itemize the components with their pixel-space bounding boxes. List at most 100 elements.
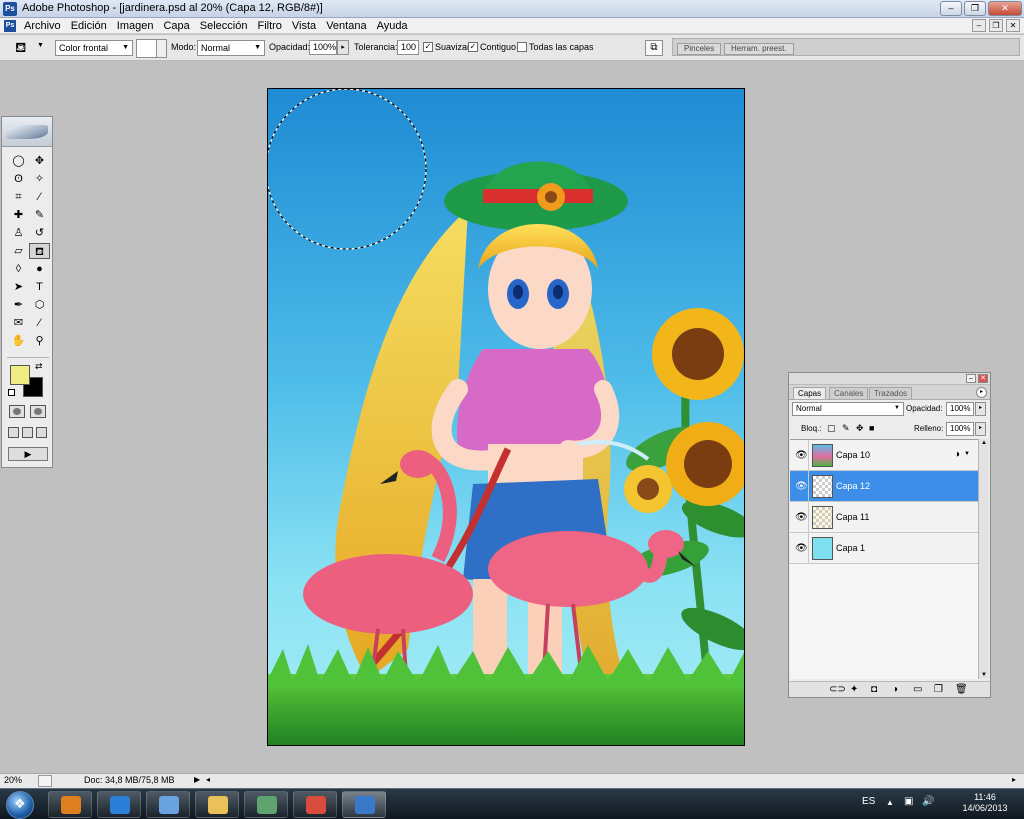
visibility-eye-icon[interactable]: 👁 — [795, 481, 808, 492]
clone-stamp-icon[interactable]: ♙ — [8, 225, 29, 241]
default-colors-icon[interactable] — [8, 389, 15, 396]
taskbar-button[interactable] — [293, 791, 337, 818]
dodge-icon[interactable]: ● — [29, 261, 50, 277]
menu-filtro[interactable]: Filtro — [257, 19, 281, 33]
paint-bucket-icon[interactable]: ⛾ — [15, 39, 26, 58]
notes-icon[interactable]: ✉ — [8, 315, 29, 331]
taskbar-button[interactable] — [244, 791, 288, 818]
panel-close-button[interactable]: ✕ — [978, 374, 988, 383]
visibility-eye-icon[interactable]: 👁 — [795, 512, 808, 523]
close-button[interactable]: ✕ — [988, 1, 1022, 16]
fx-icon[interactable]: ✦ — [850, 684, 858, 695]
screen-mode-menu-button[interactable] — [22, 427, 33, 438]
move-icon[interactable]: ✥ — [29, 153, 50, 169]
opacity-stepper[interactable]: ▸ — [337, 40, 349, 55]
layer-row[interactable]: 👁 Capa 10 ◑ ▼ — [790, 440, 978, 471]
brush-icon[interactable]: ✎ — [29, 207, 50, 223]
screen-mode-standard-button[interactable] — [8, 427, 19, 438]
blur-icon[interactable]: ◊ — [8, 261, 29, 277]
menu-edicion[interactable]: Edición — [71, 19, 107, 33]
pattern-picker[interactable] — [136, 39, 167, 58]
layer-row[interactable]: 👁 Capa 11 — [790, 502, 978, 533]
folder-icon[interactable]: ▭ — [913, 684, 922, 695]
path-selection-icon[interactable]: ➤ — [8, 279, 29, 295]
panel-menu-icon[interactable]: ▸ — [976, 387, 987, 398]
layer-row[interactable]: 👁 Capa 1 — [790, 533, 978, 564]
layer-thumbnail[interactable] — [812, 537, 833, 560]
doc-minimize-button[interactable]: – — [972, 19, 986, 32]
visibility-eye-icon[interactable]: 👁 — [795, 543, 808, 554]
blend-mode-select[interactable]: Normal ▼ — [792, 402, 904, 416]
layer-opacity-input[interactable]: 100% — [946, 402, 974, 416]
document-canvas[interactable] — [267, 88, 745, 746]
status-info-icon[interactable] — [38, 775, 52, 787]
status-menu-icon[interactable]: ▶ — [194, 775, 200, 784]
quick-mask-button[interactable] — [30, 405, 46, 418]
antialias-checkbox[interactable]: ✓ — [423, 42, 433, 52]
scroll-left-icon[interactable]: ◂ — [206, 775, 210, 784]
layer-thumbnail[interactable] — [812, 475, 833, 498]
taskbar-button[interactable] — [195, 791, 239, 818]
menu-imagen[interactable]: Imagen — [117, 19, 154, 33]
all-layers-checkbox[interactable] — [517, 42, 527, 52]
zoom-level[interactable]: 20% — [4, 775, 22, 785]
app-menu-icon[interactable]: Ps — [4, 20, 16, 32]
taskbar-button[interactable] — [97, 791, 141, 818]
maximize-button[interactable]: ❐ — [964, 1, 986, 16]
show-hidden-icons-icon[interactable]: ▲ — [886, 798, 894, 807]
visibility-eye-icon[interactable]: 👁 — [795, 450, 808, 461]
menu-archivo[interactable]: Archivo — [24, 19, 61, 33]
palette-well-tab-brushes[interactable]: Pinceles — [677, 43, 722, 55]
menu-ayuda[interactable]: Ayuda — [377, 19, 408, 33]
new-layer-icon[interactable]: ❐ — [934, 684, 943, 695]
layer-thumbnail[interactable] — [812, 506, 833, 529]
fill-source-select[interactable]: Color frontal ▼ — [55, 40, 133, 56]
taskbar-button[interactable] — [342, 791, 386, 818]
panel-minimize-button[interactable]: – — [966, 374, 976, 383]
toolbox-header[interactable] — [2, 117, 52, 147]
pen-icon[interactable]: ✒ — [8, 297, 29, 313]
tool-preset-caret-icon[interactable]: ▼ — [37, 42, 44, 49]
layer-opacity-stepper[interactable]: ▸ — [975, 402, 986, 416]
doc-restore-button[interactable]: ❐ — [989, 19, 1003, 32]
elliptical-marquee-icon[interactable]: ◯ — [8, 153, 29, 169]
adjustment-icon[interactable]: ◑ — [892, 684, 898, 695]
network-icon[interactable]: ▣ — [904, 796, 913, 807]
mode-select[interactable]: Normal ▼ — [197, 40, 265, 56]
taskbar-button[interactable] — [146, 791, 190, 818]
system-clock[interactable]: 11:46 14/06/2013 — [950, 792, 1020, 814]
history-brush-icon[interactable]: ↺ — [29, 225, 50, 241]
menu-capa[interactable]: Capa — [163, 19, 189, 33]
magic-wand-icon[interactable]: ✧ — [29, 171, 50, 187]
contiguous-checkbox[interactable]: ✓ — [468, 42, 478, 52]
jump-to-imageready-button[interactable]: ▶ — [8, 447, 48, 461]
taskbar-button[interactable] — [48, 791, 92, 818]
fill-stepper[interactable]: ▸ — [975, 422, 986, 436]
swap-colors-icon[interactable]: ⇄ — [35, 361, 43, 372]
tab-trazados[interactable]: Trazados — [869, 387, 913, 399]
menu-seleccion[interactable]: Selección — [200, 19, 248, 33]
palette-well-tab-tool-presets[interactable]: Herram. preest. — [724, 43, 794, 55]
file-browser-icon[interactable]: ⧉ — [645, 40, 663, 56]
screen-mode-full-button[interactable] — [36, 427, 47, 438]
layer-list-scrollbar[interactable]: ▲ ▼ — [978, 439, 989, 679]
slice-icon[interactable]: ⁄ — [29, 189, 50, 205]
tolerance-input[interactable]: 100 — [397, 40, 419, 55]
layers-panel-header[interactable]: – ✕ — [789, 373, 990, 385]
lasso-icon[interactable]: ʘ — [8, 171, 29, 187]
opacity-input[interactable]: 100% — [309, 40, 337, 55]
layer-effects-icon[interactable]: ◑ — [954, 449, 960, 460]
menu-ventana[interactable]: Ventana — [326, 19, 366, 33]
eyedropper-icon[interactable]: ⁄ — [29, 315, 50, 331]
paint-bucket-icon[interactable]: ⛾ — [29, 243, 50, 259]
lock-paint-icon[interactable]: ✎ — [842, 423, 850, 434]
scroll-up-icon[interactable]: ▲ — [980, 440, 988, 446]
mask-icon[interactable]: ◘ — [871, 684, 877, 695]
shape-icon[interactable]: ⬡ — [29, 297, 50, 313]
expand-effects-icon[interactable]: ▼ — [964, 451, 970, 457]
layer-row[interactable]: 👁 Capa 12 — [790, 471, 978, 502]
volume-icon[interactable]: 🔊 — [922, 796, 934, 807]
lock-move-icon[interactable]: ✥ — [856, 423, 864, 434]
tab-capas[interactable]: Capas — [793, 387, 827, 399]
trash-icon[interactable]: 🗑 — [955, 684, 968, 695]
